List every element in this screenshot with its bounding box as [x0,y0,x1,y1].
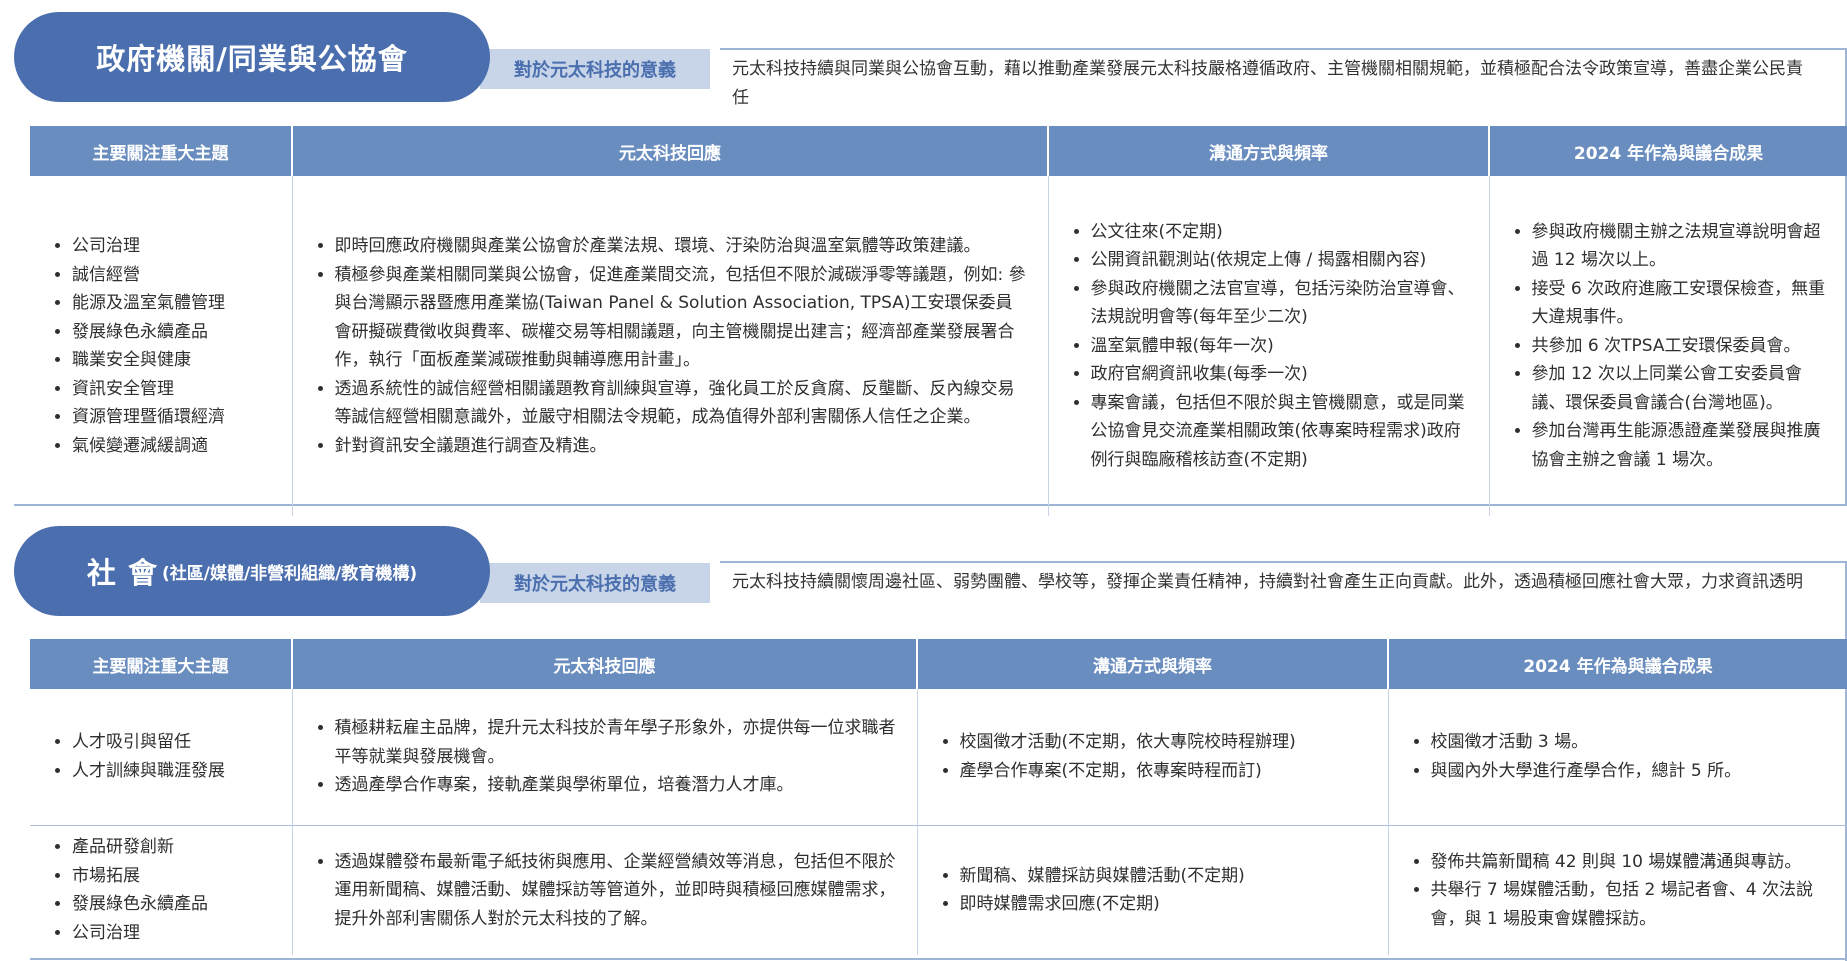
list-item: 公司治理 [72,919,274,948]
list-item: 公開資訊觀測站(依規定上傳 / 揭露相關內容) [1091,246,1471,275]
response-cell: 即時回應政府機關與產業公協會於產業法規、環境、汙染防治與溫室氣體等政策建議。 積… [291,176,1048,516]
header-response: 元太科技回應 [291,126,1048,176]
list-item: 接受 6 次政府進廠工安環保檢查，無重大違規事件。 [1532,275,1830,332]
list-item: 針對資訊安全議題進行調查及精進。 [335,432,1030,461]
results-cell: 校園徵才活動 3 場。 與國內外大學進行產學合作，總計 5 所。 [1387,689,1847,825]
table-header-row: 主要關注重大主題 元太科技回應 溝通方式與頻率 2024 年作為與議合成果 [30,126,1847,176]
results-cell: 參與政府機關主辦之法規宣導說明會超過 12 場次以上。 接受 6 次政府進廠工安… [1488,176,1847,516]
section-title: 政府機關/同業與公協會 [96,42,408,76]
list-item: 積極耕耘雇主品牌，提升元太科技於青年學子形象外，亦提供每一位求職者平等就業與發展… [335,714,899,771]
list-item: 參與政府機關之法官宣導，包括污染防治宣導會、法規說明會等(每年至少二次) [1091,275,1471,332]
results-cell: 發佈共篇新聞稿 42 則與 10 場媒體溝通與專訪。 共舉行 7 場媒體活動，包… [1387,824,1847,955]
section-bottom-rule [30,958,1847,960]
header-topics: 主要關注重大主題 [30,639,292,689]
list-item: 新聞稿、媒體採訪與媒體活動(不定期) [960,862,1370,891]
list-item: 共舉行 7 場媒體活動，包括 2 場記者會、4 次法說會，與 1 場股東會媒體採… [1431,876,1830,933]
list-item: 即時媒體需求回應(不定期) [960,890,1370,919]
list-item: 人才訓練與職涯發展 [72,757,274,786]
list-item: 誠信經營 [72,261,274,290]
channel-cell: 新聞稿、媒體採訪與媒體活動(不定期) 即時媒體需求回應(不定期) [916,824,1388,955]
meaning-text: 元太科技持續關懷周邊社區、弱勢團體、學校等，發揮企業責任精神，持續對社會產生正向… [732,572,1803,592]
list-item: 產品研發創新 [72,833,274,862]
list-item: 發展綠色永續產品 [72,890,274,919]
list-item: 透過媒體發布最新電子紙技術與應用、企業經營績效等消息，包括但不限於運用新聞稿、媒… [335,848,899,934]
list-item: 透過系統性的誠信經營相關議題教育訓練與宣導，強化員工於反貪腐、反壟斷、反內線交易… [335,375,1030,432]
response-cell: 積極耕耘雇主品牌，提升元太科技於青年學子形象外，亦提供每一位求職者平等就業與發展… [291,689,917,825]
list-item: 發佈共篇新聞稿 42 則與 10 場媒體溝通與專訪。 [1431,848,1830,877]
table-row: 公司治理 誠信經營 能源及溫室氣體管理 發展綠色永續產品 職業安全與健康 資訊安… [30,176,1847,516]
list-item: 公司治理 [72,232,274,261]
list-item: 人才吸引與留任 [72,728,274,757]
list-item: 公文往來(不定期) [1091,218,1471,247]
stakeholder-table: 主要關注重大主題 元太科技回應 溝通方式與頻率 2024 年作為與議合成果 人才… [30,639,1847,955]
channel-cell: 校園徵才活動(不定期，依大專院校時程辦理) 產學合作專案(不定期，依專案時程而訂… [916,689,1388,825]
list-item: 職業安全與健康 [72,346,274,375]
section-government: 政府機關/同業與公協會 對於元太科技的意義 元太科技持續與同業與公協會互動，藉以… [0,0,1847,518]
list-item: 政府官網資訊收集(每季一次) [1091,360,1471,389]
list-item: 產學合作專案(不定期，依專案時程而訂) [960,757,1370,786]
response-cell: 透過媒體發布最新電子紙技術與應用、企業經營績效等消息，包括但不限於運用新聞稿、媒… [291,824,917,955]
section-top-rule [720,48,1847,50]
list-item: 透過產學合作專案，接軌產業與學術單位，培養潛力人才庫。 [335,771,899,800]
table-header-row: 主要關注重大主題 元太科技回應 溝通方式與頻率 2024 年作為與議合成果 [30,639,1847,689]
list-item: 資訊安全管理 [72,375,274,404]
list-item: 專案會議，包括但不限於與主管機關意，或是同業公協會見交流產業相關政策(依專案時程… [1091,389,1471,475]
stakeholder-table: 主要關注重大主題 元太科技回應 溝通方式與頻率 2024 年作為與議合成果 公司… [30,126,1847,516]
header-topics: 主要關注重大主題 [30,126,292,176]
list-item: 校園徵才活動(不定期，依大專院校時程辦理) [960,728,1370,757]
list-item: 發展綠色永續產品 [72,318,274,347]
topics-cell: 產品研發創新 市場拓展 發展綠色永續產品 公司治理 [30,824,292,955]
list-item: 市場拓展 [72,862,274,891]
table-row: 人才吸引與留任 人才訓練與職涯發展 積極耕耘雇主品牌，提升元太科技於青年學子形象… [30,689,1847,825]
meaning-text: 元太科技持續與同業與公協會互動，藉以推動產業發展元太科技嚴格遵循政府、主管機關相… [732,59,1803,108]
list-item: 氣候變遷減緩調適 [72,432,274,461]
meaning-tag: 對於元太科技的意義 [480,49,710,89]
list-item: 參與政府機關主辦之法規宣導說明會超過 12 場次以上。 [1532,218,1830,275]
section-title-pill: 社 會 (社區/媒體/非營利組織/教育機構) [14,526,490,616]
topics-cell: 人才吸引與留任 人才訓練與職涯發展 [30,689,292,825]
list-item: 與國內外大學進行產學合作，總計 5 所。 [1431,757,1830,786]
list-item: 溫室氣體申報(每年一次) [1091,332,1471,361]
list-item: 資源管理暨循環經濟 [72,403,274,432]
header-results: 2024 年作為與議合成果 [1387,639,1847,689]
list-item: 積極參與產業相關同業與公協會，促進產業間交流，包括但不限於減碳淨零等議題，例如:… [335,261,1030,375]
section-title: 社 會 [86,556,158,590]
table-row: 產品研發創新 市場拓展 發展綠色永續產品 公司治理 透過媒體發布最新電子紙技術與… [30,824,1847,955]
header-response: 元太科技回應 [291,639,917,689]
section-subtitle: (社區/媒體/非營利組織/教育機構) [161,563,418,584]
header-results: 2024 年作為與議合成果 [1488,126,1847,176]
list-item: 校園徵才活動 3 場。 [1431,728,1830,757]
channel-cell: 公文往來(不定期) 公開資訊觀測站(依規定上傳 / 揭露相關內容) 參與政府機關… [1047,176,1489,516]
list-item: 共參加 6 次TPSA工安環保委員會。 [1532,332,1830,361]
list-item: 參加台灣再生能源憑證產業發展與推廣協會主辦之會議 1 場次。 [1532,417,1830,474]
list-item: 能源及溫室氣體管理 [72,289,274,318]
list-item: 參加 12 次以上同業公會工安委員會議、環保委員會議合(台灣地區)。 [1532,360,1830,417]
section-society: 社 會 (社區/媒體/非營利組織/教育機構) 對於元太科技的意義 元太科技持續關… [0,518,1847,961]
header-channel: 溝通方式與頻率 [1047,126,1489,176]
meaning-tag: 對於元太科技的意義 [480,563,710,603]
section-title-pill: 政府機關/同業與公協會 [14,12,490,102]
section-top-rule [720,561,1847,563]
topics-cell: 公司治理 誠信經營 能源及溫室氣體管理 發展綠色永續產品 職業安全與健康 資訊安… [30,176,292,516]
header-channel: 溝通方式與頻率 [916,639,1388,689]
list-item: 即時回應政府機關與產業公協會於產業法規、環境、汙染防治與溫室氣體等政策建議。 [335,232,1030,261]
